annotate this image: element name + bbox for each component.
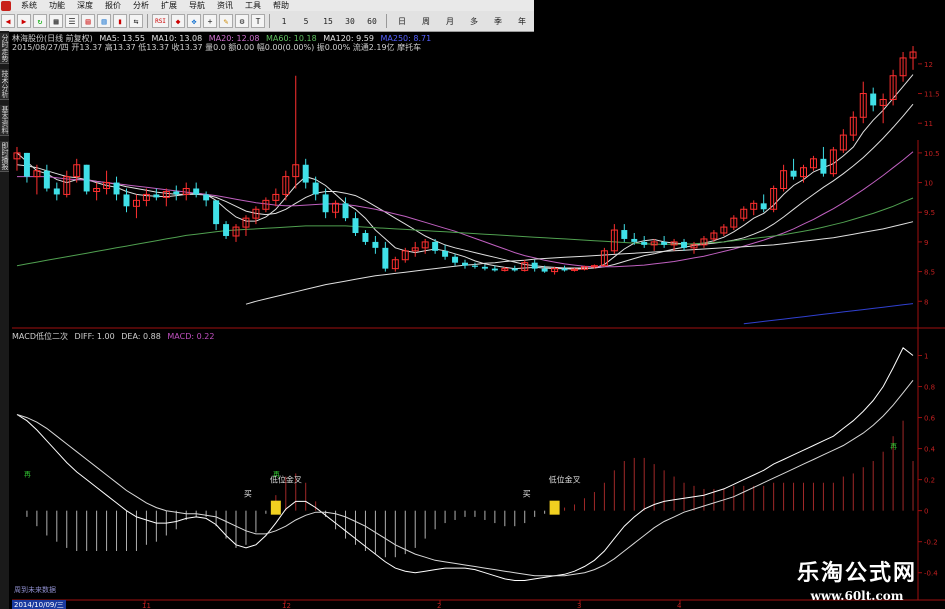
price-tick-label: 8 (924, 298, 928, 306)
candle-body (43, 170, 50, 189)
candle-body (681, 241, 688, 248)
chart-canvas[interactable]: 12 11.5 11 10.5 10 9.5 9 8.5 8 1 0.8 0.6 0.4 0.2 0 -0.2… (0, 0, 945, 609)
signal-tag: 再 (273, 471, 280, 479)
ma-line-ma10 (16, 103, 914, 269)
time-tick-label: 4 (677, 602, 682, 609)
buy-label: 买 (523, 490, 531, 499)
date-label: 2014/10/09/三 (14, 601, 64, 609)
signal-tag: 再 (24, 471, 31, 479)
candle-body (631, 238, 638, 242)
candle-body (471, 265, 478, 267)
candle-body (462, 262, 468, 266)
time-tick-label: 12 (282, 602, 291, 609)
candle-body (561, 268, 568, 271)
ma-line-ma250 (743, 303, 914, 325)
candle-body (760, 203, 767, 210)
price-tick-label: 9 (924, 239, 928, 247)
macd-dea-line (16, 379, 914, 577)
candle-body (83, 164, 90, 192)
candle-body (432, 241, 439, 251)
candle-body (203, 194, 210, 201)
macd-tick-label: 0.4 (924, 446, 936, 454)
macd-tick-label: 0.2 (924, 477, 935, 485)
time-tick-label: 11 (142, 602, 151, 609)
candle-body (173, 191, 180, 195)
price-tick-label: 8.5 (924, 269, 935, 277)
price-tick-label: 12 (924, 61, 933, 69)
ma-line-ma60 (16, 197, 914, 267)
macd-tick-label: 0.6 (924, 415, 936, 423)
candle-body (870, 93, 877, 106)
macd-tick-label: -0.4 (924, 570, 938, 578)
buy-label: 买 (244, 490, 252, 499)
candle-body (382, 247, 389, 269)
price-tick-label: 11.5 (924, 91, 940, 99)
candle-body (641, 241, 648, 245)
macd-diff-line (16, 347, 914, 581)
time-tick-label: 3 (577, 602, 581, 609)
macd-tick-label: -0.2 (924, 539, 938, 547)
golden-cross-label: 低位金叉 (549, 475, 581, 485)
candle-body (23, 152, 30, 177)
candle-body (312, 182, 319, 195)
candle-body (531, 262, 538, 269)
candle-body (342, 203, 349, 219)
candle-body (53, 188, 60, 195)
candle-body (541, 268, 548, 272)
ma-line-ma120 (245, 221, 914, 305)
macd-tick-label: 0.8 (924, 384, 935, 392)
signal-marker (270, 500, 281, 515)
macd-tick-label: 1 (924, 353, 928, 361)
ma-line-ma20 (17, 151, 914, 268)
candle-body (193, 188, 200, 195)
signal-marker (549, 500, 560, 515)
candle-body (491, 268, 498, 271)
candle-body (223, 224, 230, 236)
candle-body (372, 241, 379, 248)
candle-body (123, 194, 130, 207)
future-data-label: 周到未来数据 (14, 585, 56, 594)
candle-body (302, 164, 309, 183)
candle-body (452, 256, 459, 263)
watermark: 乐淘公式网 www.60lt.com (797, 555, 917, 603)
candle-body (153, 194, 160, 198)
candle-body (511, 268, 518, 271)
candle-body (113, 182, 120, 195)
candle-body (790, 170, 797, 177)
candle-body (621, 230, 628, 239)
price-tick-label: 11 (924, 120, 933, 128)
price-tick-label: 9.5 (924, 209, 935, 217)
candle-body (213, 200, 220, 225)
candle-body (362, 233, 369, 242)
signal-tag: 再 (890, 443, 897, 451)
candle-body (661, 241, 668, 245)
watermark-title: 乐淘公式网 (796, 560, 917, 586)
candle-body (352, 218, 359, 234)
macd-tick-label: 0 (924, 508, 928, 516)
time-tick-label: 2 (437, 602, 441, 609)
candle-body (322, 194, 329, 213)
candle-body (481, 266, 488, 269)
candle-body (820, 158, 827, 174)
candle-body (442, 250, 449, 257)
price-tick-label: 10.5 (924, 150, 940, 158)
price-tick-label: 10 (924, 180, 933, 188)
watermark-url: www.60lt.com (810, 589, 904, 603)
ma-line-ma5 (16, 74, 914, 270)
